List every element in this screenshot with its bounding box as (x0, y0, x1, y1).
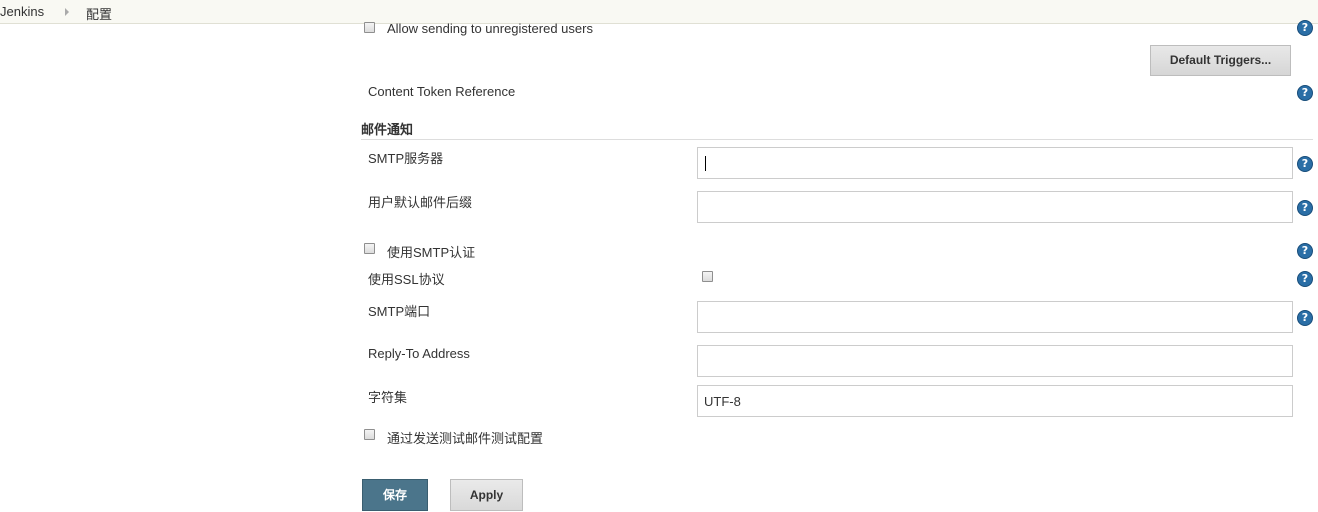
test-config-checkbox[interactable] (364, 429, 375, 440)
smtp-port-label: SMTP端口 (368, 304, 431, 319)
default-suffix-label: 用户默认邮件后缀 (368, 195, 473, 210)
text-cursor (705, 156, 706, 171)
use-ssl-checkbox[interactable] (702, 271, 713, 282)
charset-input[interactable] (697, 385, 1293, 417)
use-ssl-label: 使用SSL协议 (368, 272, 445, 287)
allow-unregistered-label: Allow sending to unregistered users (387, 21, 593, 36)
smtp-auth-label: 使用SMTP认证 (387, 245, 476, 260)
charset-label: 字符集 (368, 390, 408, 405)
help-icon-smtp-port[interactable]: ? (1297, 310, 1313, 326)
breadcrumb-item-jenkins[interactable]: Jenkins (0, 4, 44, 19)
breadcrumb-item-config[interactable]: 配置 (86, 4, 112, 23)
smtp-auth-checkbox[interactable] (364, 243, 375, 254)
help-icon-allow-unregistered[interactable]: ? (1297, 20, 1313, 36)
help-icon-default-suffix[interactable]: ? (1297, 200, 1313, 216)
content-token-label: Content Token Reference (368, 84, 516, 99)
default-triggers-button[interactable]: Default Triggers... (1150, 45, 1291, 76)
save-button[interactable]: 保存 (362, 479, 428, 511)
test-config-label: 通过发送测试邮件测试配置 (387, 431, 544, 446)
reply-to-label: Reply-To Address (368, 346, 470, 361)
allow-unregistered-checkbox[interactable] (364, 22, 375, 33)
breadcrumb-arrow-icon[interactable] (65, 8, 69, 16)
help-icon-use-ssl[interactable]: ? (1297, 271, 1313, 287)
reply-to-input[interactable] (697, 345, 1293, 377)
smtp-server-input[interactable] (697, 147, 1293, 179)
help-icon-smtp-auth[interactable]: ? (1297, 243, 1313, 259)
smtp-port-input[interactable] (697, 301, 1293, 333)
default-suffix-input[interactable] (697, 191, 1293, 223)
help-icon-content-token[interactable]: ? (1297, 85, 1313, 101)
breadcrumb: Jenkins 配置 (0, 0, 1318, 24)
section-divider (361, 139, 1313, 140)
mail-section-title: 邮件通知 (361, 122, 414, 137)
help-icon-smtp-server[interactable]: ? (1297, 156, 1313, 172)
apply-button[interactable]: Apply (450, 479, 523, 511)
smtp-server-label: SMTP服务器 (368, 151, 444, 166)
